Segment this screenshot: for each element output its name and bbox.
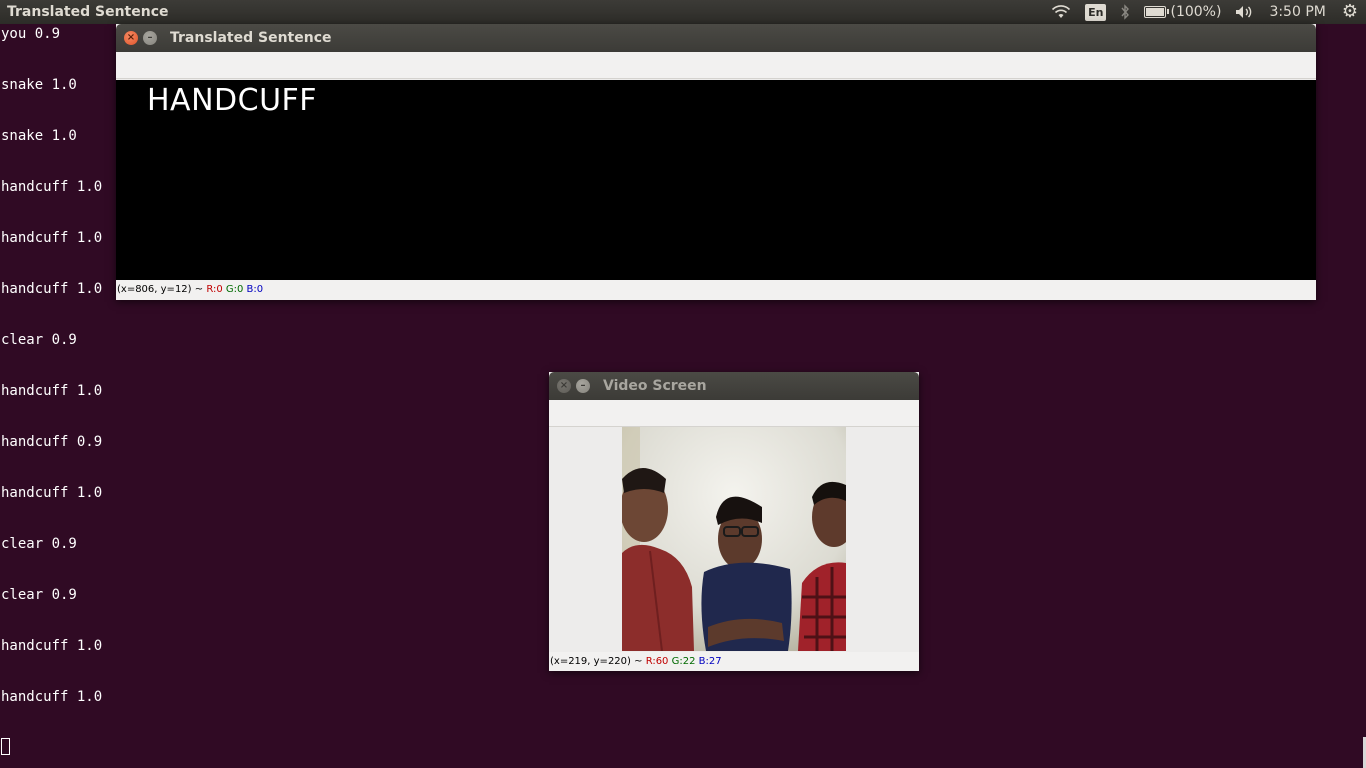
terminal-line: handcuff 1.0 [1,179,103,195]
terminal-line: clear 0.9 [1,587,77,603]
webcam-image [622,427,846,651]
terminal-line: handcuff 1.0 [1,230,103,246]
minimize-icon[interactable]: – [576,379,590,393]
sentence-display: HANDCUFF [116,80,1316,280]
pixel-blue-value: B:0 [246,284,264,295]
window-title: Video Screen [603,378,707,394]
pixel-blue-value: B:27 [698,656,722,667]
window-titlebar[interactable]: × – Translated Sentence [116,24,1316,52]
terminal-cursor [1,738,10,755]
keyboard-layout-label: En [1085,3,1107,21]
cursor-coords: (x=219, y=220) ~ [550,656,643,667]
translated-sentence-text: HANDCUFF [147,83,318,118]
pixel-red-value: R:60 [645,656,669,667]
translated-sentence-window: × – Translated Sentence HANDCUFF (x=806,… [116,24,1316,300]
terminal-line: handcuff 1.0 [1,689,103,705]
battery-percent: (100%) [1170,4,1222,20]
window-title: Translated Sentence [170,30,332,46]
pixel-red-value: R:0 [206,284,223,295]
terminal-line: handcuff 1.0 [1,281,103,297]
close-icon[interactable]: × [557,379,571,393]
terminal-line: handcuff 1.0 [1,383,103,399]
clock[interactable]: 3:50 PM [1269,0,1325,24]
video-area [549,427,919,651]
window-toolbar [116,52,1316,79]
window-toolbar [549,400,919,427]
terminal-line: handcuff 1.0 [1,638,103,654]
bluetooth-icon[interactable] [1120,0,1130,24]
active-app-title: Translated Sentence [7,4,169,20]
system-tray: En (100%) 3:50 PM ⚙ [1051,0,1366,24]
webcam-video-frame [622,427,846,651]
battery-indicator[interactable]: (100%) [1144,0,1221,24]
pixel-status-bar: (x=219, y=220) ~ R:60 G:22 B:27 [549,652,919,671]
wifi-icon[interactable] [1051,0,1071,24]
battery-icon [1144,6,1170,18]
terminal-line: handcuff 0.9 [1,434,103,450]
minimize-icon[interactable]: – [143,31,157,45]
terminal-line: clear 0.9 [1,332,77,348]
terminal-line: handcuff 1.0 [1,485,103,501]
top-panel: Translated Sentence En (100%) 3:50 PM ⚙ [0,0,1366,24]
terminal-line: clear 0.9 [1,536,77,552]
video-screen-window: × – Video Screen (x=219, y=220) ~ R:60 G… [549,372,919,671]
volume-icon[interactable] [1235,0,1255,24]
terminal-line: you 0.9 [1,26,61,42]
close-icon[interactable]: × [124,31,138,45]
pixel-green-value: G:22 [671,656,696,667]
window-titlebar[interactable]: × – Video Screen [549,372,919,400]
pixel-green-value: G:0 [225,284,244,295]
keyboard-layout-indicator[interactable]: En [1085,0,1107,24]
power-gear-icon[interactable]: ⚙ [1342,0,1358,24]
pixel-status-bar: (x=806, y=12) ~ R:0 G:0 B:0 [116,280,1316,300]
cursor-coords: (x=806, y=12) ~ [117,284,204,295]
terminal-line: snake 1.0 [1,77,77,93]
terminal-line: snake 1.0 [1,128,77,144]
battery-fill [1146,8,1165,16]
